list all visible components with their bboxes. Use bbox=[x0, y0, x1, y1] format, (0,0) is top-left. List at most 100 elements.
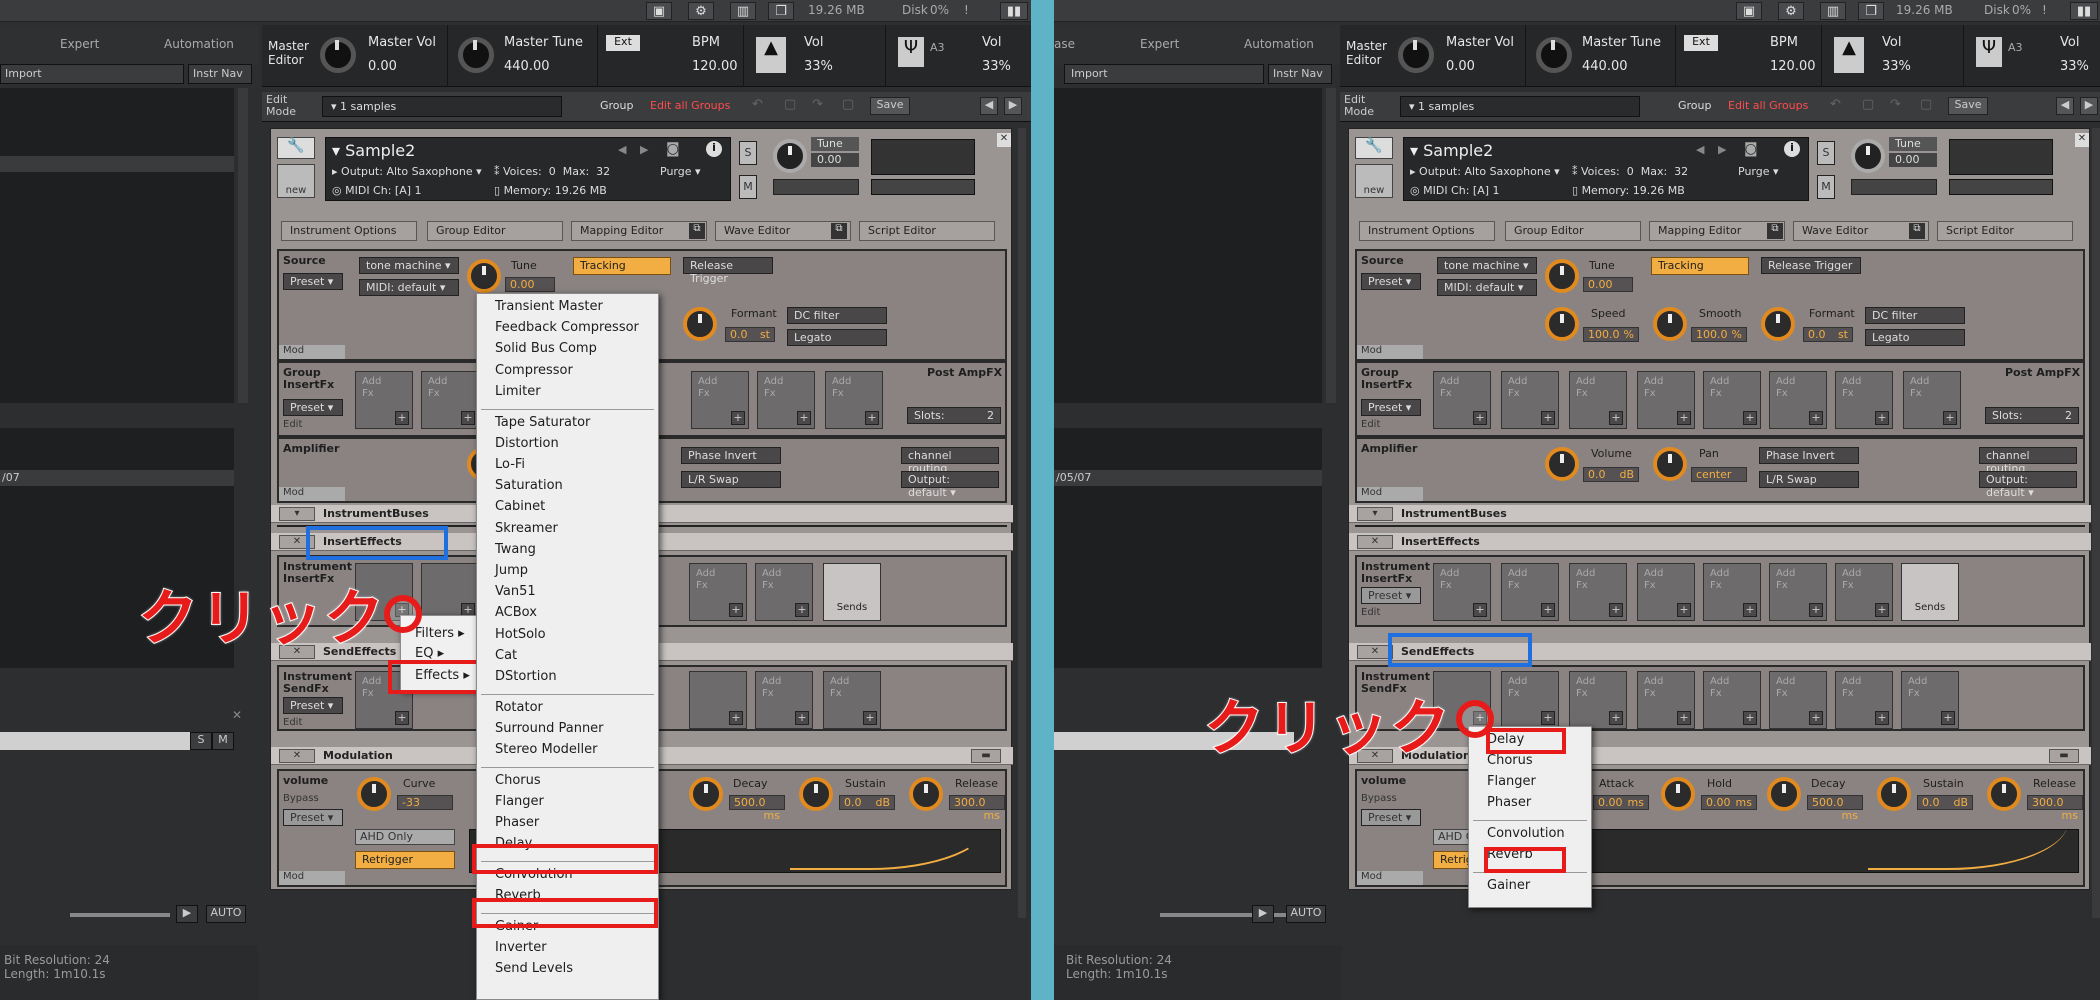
phase-invert-button[interactable]: Phase Invert bbox=[1759, 447, 1859, 464]
left-menu-item-distortion[interactable]: Distortion bbox=[495, 436, 559, 451]
legato-button[interactable]: Legato bbox=[1865, 329, 1965, 346]
tune-value[interactable]: 0.00 bbox=[811, 153, 859, 167]
volume-fader[interactable] bbox=[871, 179, 975, 195]
instrument-tune-knob[interactable] bbox=[1851, 139, 1885, 173]
source-preset-dropdown[interactable]: Preset ▾ bbox=[283, 273, 343, 290]
menu-item-filters[interactable]: Filters ▸ bbox=[415, 626, 465, 641]
samples-selector[interactable]: ▾ 1 samples bbox=[322, 96, 562, 117]
tune-value[interactable]: 0.00 bbox=[1889, 153, 1937, 167]
group-fx-slot-1[interactable]: Add Fx + bbox=[355, 371, 413, 429]
mute-button[interactable]: M bbox=[212, 732, 234, 750]
left-menu-item-limiter[interactable]: Limiter bbox=[495, 384, 541, 399]
group-insert-preset-dropdown[interactable]: Preset ▾ bbox=[1361, 399, 1421, 416]
next-instrument-button[interactable]: ▶ bbox=[1004, 97, 1022, 115]
wrench-icon[interactable]: 🔧 bbox=[1355, 137, 1393, 159]
left-menu-item-feedback-compressor[interactable]: Feedback Compressor bbox=[495, 320, 639, 335]
send-fx-slot-7[interactable]: Add Fx + bbox=[1835, 671, 1893, 729]
prev-arrow-icon[interactable]: ◀ bbox=[618, 143, 626, 156]
send-fx-slot-7[interactable]: Add Fx + bbox=[823, 671, 881, 729]
list-item[interactable] bbox=[0, 156, 234, 172]
inst-fx-slot-1[interactable]: Add Fx + bbox=[1433, 563, 1491, 621]
camera-icon[interactable]: ◙ bbox=[666, 141, 680, 157]
ext-button[interactable]: Ext bbox=[606, 35, 640, 51]
env-preset-dropdown[interactable]: Preset ▾ bbox=[1361, 809, 1421, 826]
amp-volume-value[interactable]: 0.0 dB bbox=[1583, 467, 1639, 482]
source-mode-dropdown[interactable]: tone machine ▾ bbox=[1437, 257, 1537, 274]
list-item[interactable]: /05/07 bbox=[1054, 470, 1322, 486]
midi-dropdown[interactable]: MIDI: default ▾ bbox=[359, 279, 459, 296]
master-vol-value[interactable]: 0.00 bbox=[368, 59, 397, 74]
hold-value[interactable]: 0.00 ms bbox=[1701, 795, 1757, 810]
undo-list-icon[interactable]: ▢ bbox=[784, 97, 796, 112]
group-fx-slot-5[interactable]: Add Fx + bbox=[1703, 371, 1761, 429]
instrument-name[interactable]: ▾ Sample2 bbox=[332, 141, 415, 160]
group-fx-slot-4[interactable]: Add Fx + bbox=[1637, 371, 1695, 429]
left-menu-item-compressor[interactable]: Compressor bbox=[495, 363, 573, 378]
sends-slot[interactable]: Sends bbox=[823, 563, 881, 621]
smooth-knob[interactable] bbox=[1653, 307, 1687, 341]
sustain-knob[interactable] bbox=[1877, 777, 1911, 811]
tracking-button[interactable]: Tracking bbox=[573, 257, 671, 275]
release-knob[interactable] bbox=[1987, 777, 2021, 811]
release-trigger-button[interactable]: Release Trigger bbox=[683, 257, 773, 285]
midi-channel-field[interactable]: ◎ MIDI Ch: [A] 1 bbox=[332, 184, 422, 197]
bpm-value[interactable]: 120.00 bbox=[1770, 59, 1816, 74]
midi-dropdown[interactable]: MIDI: default ▾ bbox=[1437, 279, 1537, 296]
samples-selector[interactable]: ▾ 1 samples bbox=[1400, 96, 1640, 117]
inst-fx-slot-4[interactable]: Add Fx + bbox=[1637, 563, 1695, 621]
inst-fx-slot-3[interactable]: Add Fx + bbox=[1569, 563, 1627, 621]
source-tune-knob[interactable] bbox=[1545, 259, 1579, 293]
inst-fx-slot-7[interactable]: Add Fx + bbox=[1835, 563, 1893, 621]
left-menu-item-lo-fi[interactable]: Lo-Fi bbox=[495, 457, 525, 472]
info-icon[interactable]: i bbox=[1784, 141, 1800, 157]
master-tune-value[interactable]: 440.00 bbox=[1582, 59, 1628, 74]
pan-slider[interactable] bbox=[1851, 179, 1937, 195]
source-tune-value[interactable]: 0.00 bbox=[1583, 277, 1633, 292]
save-button[interactable]: Save bbox=[1948, 97, 1988, 115]
channel-routing-button[interactable]: channel routing bbox=[1979, 447, 2077, 475]
send-fx-slot-8[interactable]: Add Fx + bbox=[1901, 671, 1959, 729]
inst-fx-slot-2[interactable]: + bbox=[421, 563, 479, 621]
metronome-vol-value[interactable]: 33% bbox=[804, 59, 833, 74]
editor-scrollbar[interactable] bbox=[1018, 128, 1026, 918]
save-icon[interactable]: ▣ bbox=[646, 2, 672, 20]
master-vol-knob[interactable] bbox=[1398, 37, 1434, 73]
send-fx-slot-5[interactable]: + bbox=[689, 671, 747, 729]
legato-button[interactable]: Legato bbox=[787, 329, 887, 346]
right-menu-item-phaser[interactable]: Phaser bbox=[1487, 795, 1531, 810]
solo-button[interactable]: S bbox=[739, 141, 757, 165]
save-icon[interactable]: ▣ bbox=[1736, 2, 1762, 20]
curve-value[interactable]: -33 bbox=[397, 795, 453, 810]
speed-knob[interactable] bbox=[1545, 307, 1579, 341]
right-menu-item-chorus[interactable]: Chorus bbox=[1487, 753, 1533, 768]
decay-value[interactable]: 500.0 ms bbox=[1807, 795, 1863, 822]
volume-slider[interactable] bbox=[1160, 913, 1300, 917]
group-fx-slot-2[interactable]: Add Fx + bbox=[1501, 371, 1559, 429]
inst-fx-slot-6[interactable]: Add Fx + bbox=[1769, 563, 1827, 621]
slots-field[interactable]: Slots: 2 bbox=[907, 407, 1001, 424]
play-button[interactable]: ▶ bbox=[1252, 905, 1274, 923]
ext-button[interactable]: Ext bbox=[1684, 35, 1718, 51]
formant-value[interactable]: 0.0 st bbox=[725, 327, 775, 342]
next-arrow-icon[interactable]: ▶ bbox=[640, 143, 648, 156]
save-button[interactable]: Save bbox=[870, 97, 910, 115]
sustain-knob[interactable] bbox=[799, 777, 833, 811]
auto-button[interactable]: AUTO bbox=[1286, 905, 1326, 923]
formant-value[interactable]: 0.0 st bbox=[1803, 327, 1853, 342]
pan-knob[interactable] bbox=[1653, 447, 1687, 481]
pan-value[interactable]: center bbox=[1691, 467, 1747, 482]
layout-icon[interactable]: ▥ bbox=[1820, 2, 1846, 20]
window-icon[interactable]: ❐ bbox=[768, 2, 794, 20]
lr-swap-button[interactable]: L/R Swap bbox=[1759, 471, 1859, 488]
send-fx-slot-5[interactable]: Add Fx + bbox=[1703, 671, 1761, 729]
send-fx-slot-6[interactable]: Add Fx + bbox=[1769, 671, 1827, 729]
group-insert-edit[interactable]: Edit bbox=[283, 419, 302, 430]
source-mod-tab[interactable]: Mod bbox=[279, 345, 345, 359]
inst-fx-slot-6[interactable]: Add Fx + bbox=[755, 563, 813, 621]
env-mod-tab[interactable]: Mod bbox=[279, 871, 345, 885]
env-mod-tab[interactable]: Mod bbox=[1357, 871, 1423, 885]
piano-icon[interactable]: ▮▮ bbox=[2070, 2, 2098, 20]
collapse-mod-icon[interactable]: ✕ bbox=[279, 749, 315, 763]
source-mode-dropdown[interactable]: tone machine ▾ bbox=[359, 257, 459, 274]
decay-value[interactable]: 500.0 ms bbox=[729, 795, 785, 822]
